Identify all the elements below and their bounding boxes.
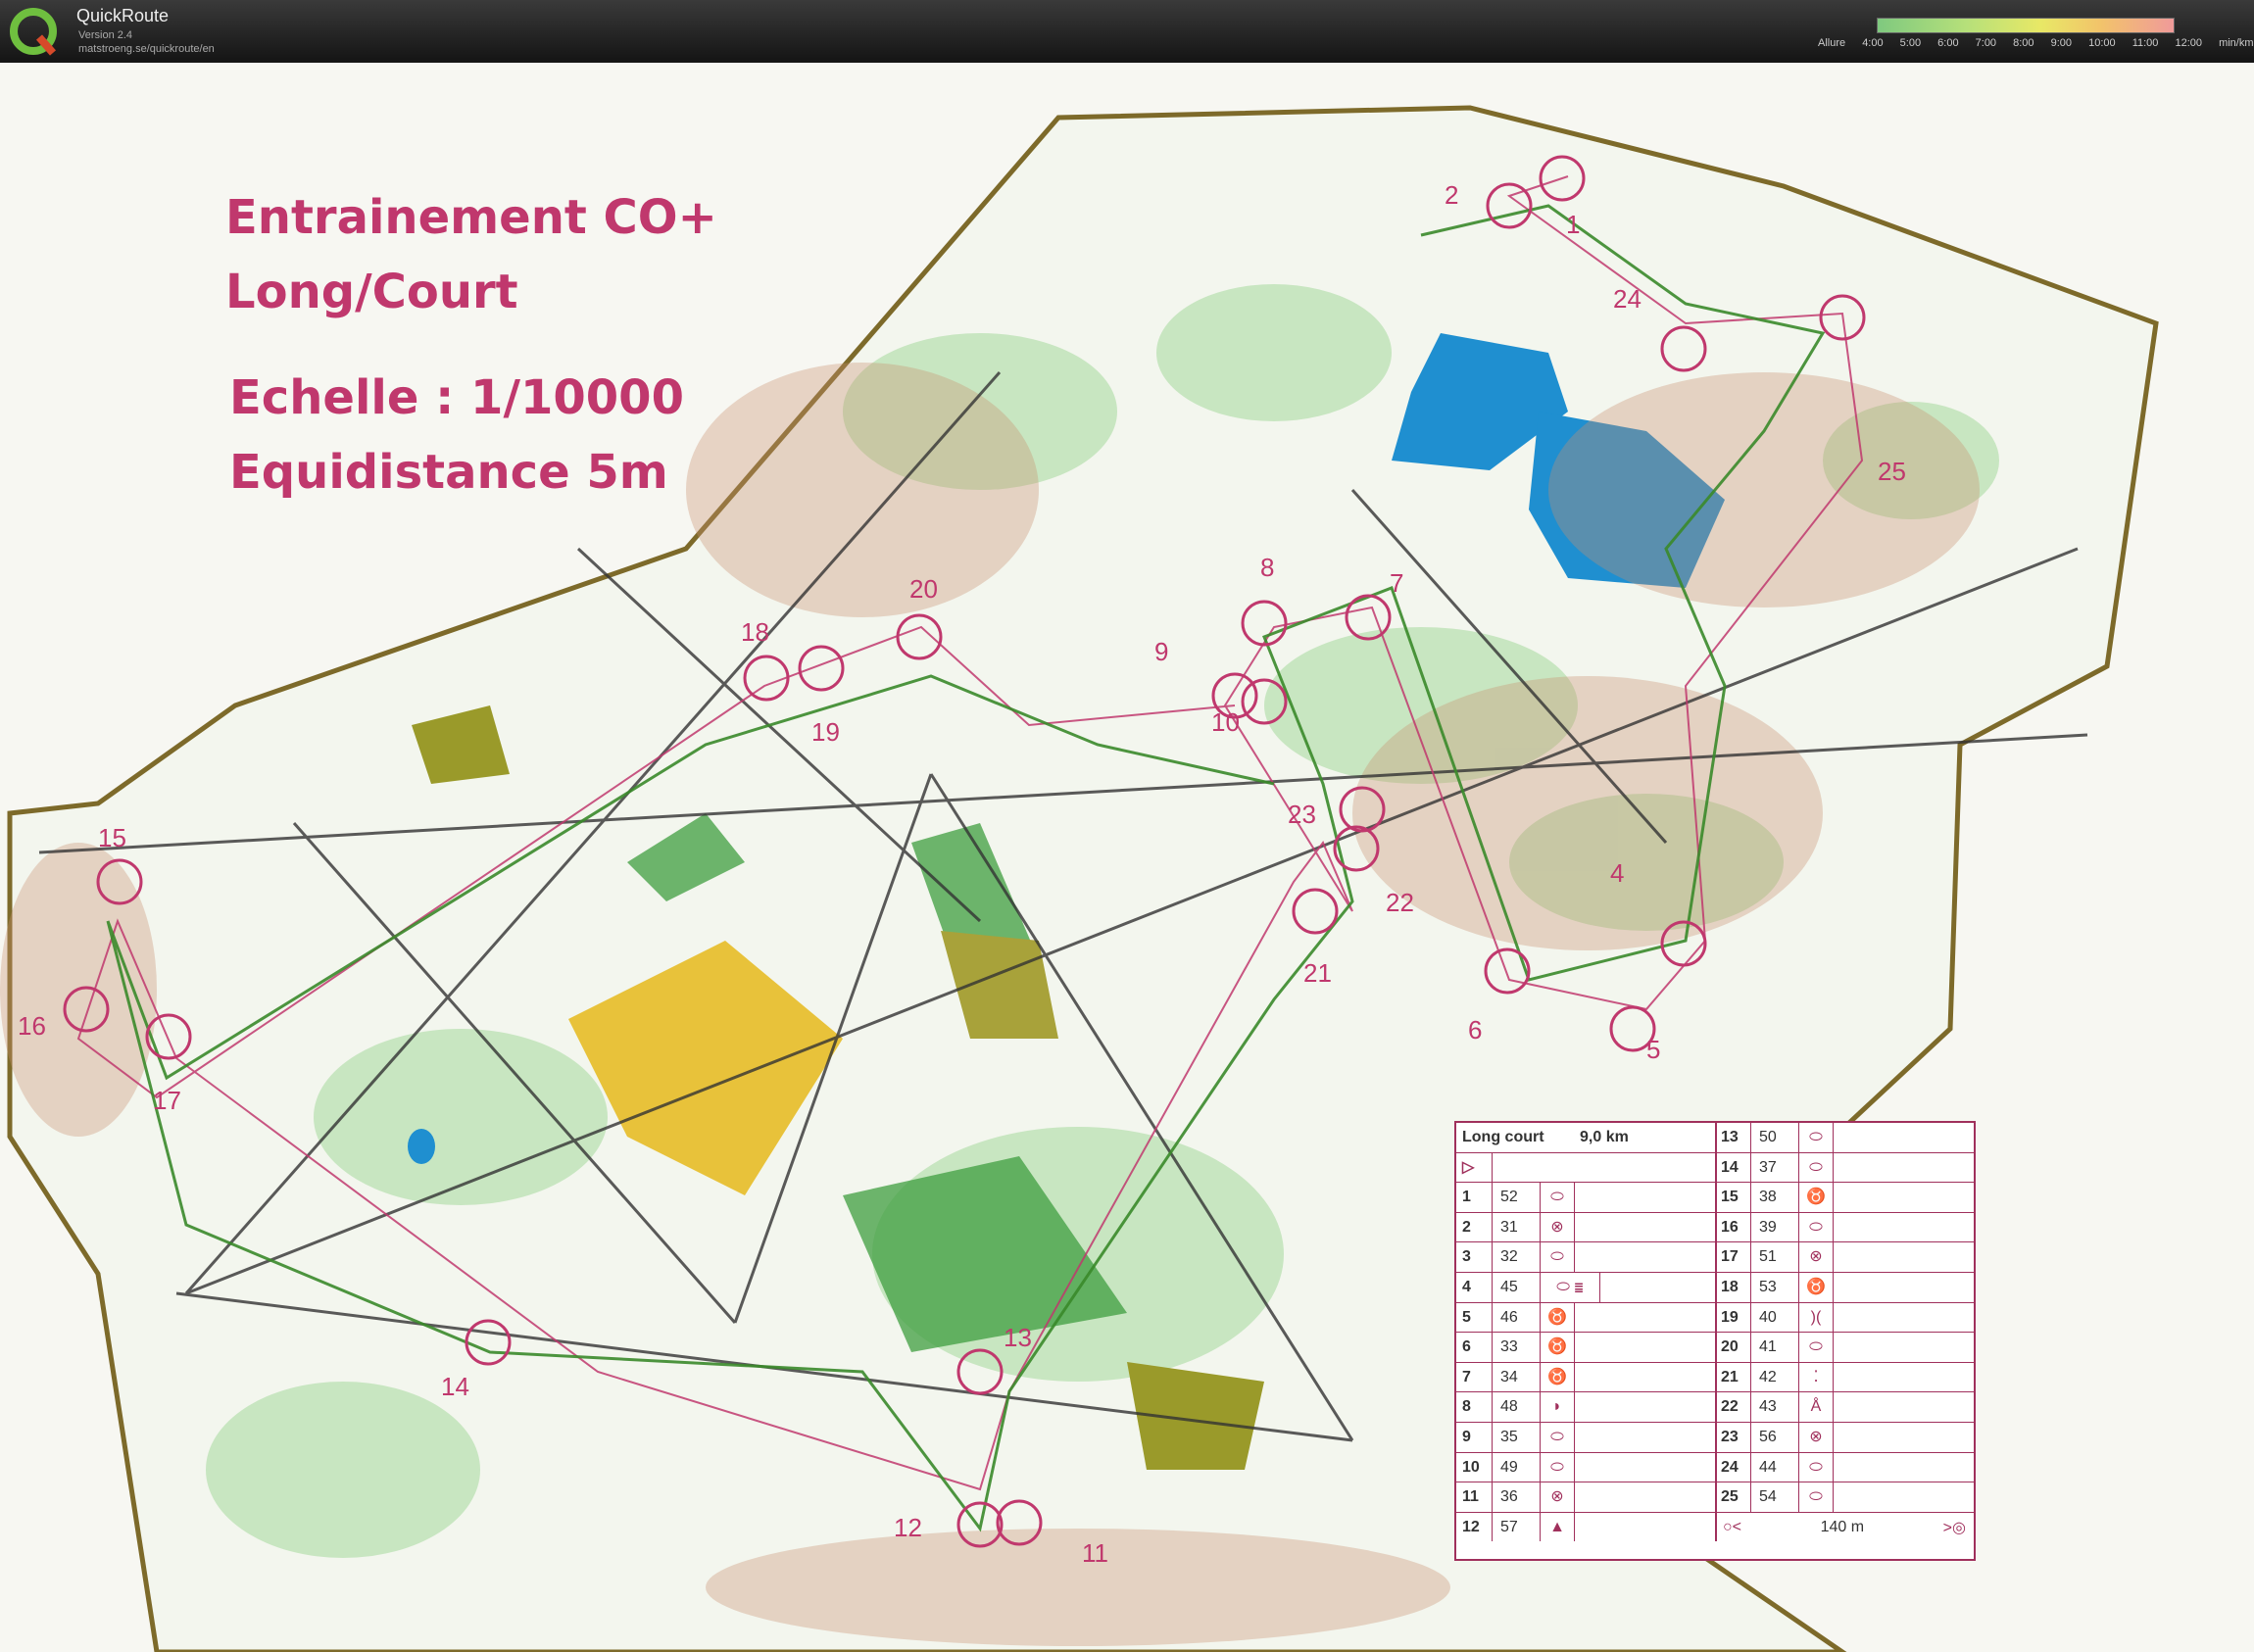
control-row: 5 46 ♉	[1456, 1302, 1715, 1334]
control-row: 18 53 ♉	[1715, 1272, 1974, 1303]
control-row: 19 40)(	[1715, 1302, 1974, 1334]
pace-tick: 4:00	[1862, 37, 1884, 49]
control-row: 8 48 ◗	[1456, 1392, 1715, 1423]
map-contour-interval: Equidistance 5m	[229, 445, 668, 500]
control-row: 16 39 ⬭	[1715, 1212, 1974, 1243]
control-row: 12 57 ▲	[1456, 1512, 1715, 1542]
control-label-6: 6	[1468, 1015, 1483, 1045]
course-name: Long court	[1462, 1128, 1544, 1145]
control-description-table: Long court 9,0 km ▷ 1 52 ⬭ 2 31 ⊗ 3 32 ⬭ 4 45 ⬭ …	[1454, 1121, 1976, 1561]
pace-tick: 10:00	[2088, 37, 2116, 49]
pace-tick: 9:00	[2050, 37, 2073, 49]
control-row: 3 32 ⬭	[1456, 1242, 1715, 1273]
course-distance: 9,0 km	[1580, 1128, 1629, 1145]
control-label-20: 20	[909, 574, 938, 604]
control-label-25: 25	[1878, 457, 1906, 486]
control-label-8: 8	[1260, 553, 1275, 582]
control-table-right-column: 13 50 ⬭ 14 37 ⬭ 15 38 ♉ 16 39 ⬭ 17 51 ⊗ 18 53 ♉ 19 40…	[1715, 1123, 1974, 1541]
control-row: 2 31 ⊗	[1456, 1212, 1715, 1243]
pace-tick: 11:00	[2132, 37, 2159, 49]
pace-tick: 12:00	[2175, 37, 2202, 49]
control-label-4: 4	[1610, 858, 1625, 888]
control-label-9: 9	[1154, 637, 1169, 666]
control-label-11: 11	[1082, 1538, 1108, 1568]
control-row: 6 33 ♉	[1456, 1333, 1715, 1363]
control-row: 15 38 ♉	[1715, 1183, 1974, 1213]
quickroute-logo-icon	[10, 8, 57, 56]
pace-unit: min/km	[2219, 37, 2254, 49]
pace-tick: 8:00	[2013, 37, 2034, 49]
control-label-10: 10	[1211, 707, 1240, 737]
start-row: ▷	[1456, 1152, 1715, 1184]
control-row: 21 42 ⁚	[1715, 1362, 1974, 1393]
pace-tick: 6:00	[1937, 37, 1959, 49]
app-titlebar: QuickRoute Version 2.4 matstroeng.se/qui…	[0, 0, 2254, 63]
control-label-12: 12	[894, 1513, 922, 1542]
pond	[408, 1129, 435, 1164]
app-url[interactable]: matstroeng.se/quickroute/en	[78, 43, 215, 55]
control-row: 1 52 ⬭	[1456, 1183, 1715, 1213]
finish-row: ○< 140 m >◎	[1715, 1513, 1974, 1542]
control-row: 22 43 Å	[1715, 1392, 1974, 1423]
control-table-left-column: Long court 9,0 km ▷ 1 52 ⬭ 2 31 ⊗ 3 32 ⬭ 4 45 ⬭ …	[1456, 1123, 1717, 1542]
control-row: 4 45 ⬭ ≣	[1456, 1272, 1715, 1303]
control-label-24: 24	[1613, 284, 1642, 314]
control-label-1: 1	[1566, 210, 1581, 239]
control-row: 17 51 ⊗	[1715, 1242, 1974, 1273]
control-table-header: Long court 9,0 km	[1456, 1123, 1715, 1153]
control-row: 9 35 ⬭	[1456, 1422, 1715, 1453]
control-row: 20 41 ⬭	[1715, 1333, 1974, 1363]
pace-legend-label: Allure	[1818, 37, 1846, 49]
map-title-line-1: Entrainement CO+	[225, 190, 717, 245]
control-row: 14 37 ⬭	[1715, 1152, 1974, 1184]
map-scale: Echelle : 1/10000	[229, 370, 684, 425]
control-label-23: 23	[1288, 800, 1316, 829]
control-label-14: 14	[441, 1372, 469, 1401]
control-row: 11 36 ⊗	[1456, 1482, 1715, 1513]
start-triangle-icon: ▷	[1456, 1152, 1493, 1183]
control-label-2: 2	[1445, 180, 1459, 210]
control-label-7: 7	[1390, 568, 1404, 598]
app-title: QuickRoute	[76, 6, 170, 25]
finish-start-icon: ○<	[1723, 1518, 1742, 1535]
control-row: 10 49 ⬭	[1456, 1452, 1715, 1483]
pace-tick: 5:00	[1899, 37, 1922, 49]
control-row: 25 54 ⬭	[1715, 1482, 1974, 1513]
pace-legend-labels: Allure 4:00 5:00 6:00 7:00 8:00 9:00 10:…	[1818, 37, 2254, 49]
control-label-17: 17	[153, 1086, 181, 1115]
pace-tick: 7:00	[1975, 37, 1997, 49]
app-version: Version 2.4	[78, 29, 133, 41]
control-label-16: 16	[18, 1011, 46, 1041]
control-label-5: 5	[1646, 1035, 1661, 1064]
control-label-15: 15	[98, 823, 126, 852]
control-label-18: 18	[741, 617, 769, 647]
pace-legend-bar	[1877, 18, 2175, 33]
control-row: 23 56 ⊗	[1715, 1422, 1974, 1453]
map-title-line-2: Long/Court	[225, 265, 518, 319]
orienteering-map[interactable]: Entrainement CO+ Long/Court Echelle : 1/…	[0, 63, 2254, 1652]
control-label-19: 19	[811, 717, 840, 747]
control-label-13: 13	[1004, 1323, 1032, 1352]
control-row: 13 50 ⬭	[1715, 1123, 1974, 1153]
finish-distance: 140 m	[1820, 1518, 1865, 1535]
control-label-21: 21	[1303, 958, 1332, 988]
finish-icon: >◎	[1942, 1519, 1966, 1536]
control-label-22: 22	[1386, 888, 1414, 917]
control-row: 24 44 ⬭	[1715, 1452, 1974, 1483]
control-row: 7 34 ♉	[1456, 1362, 1715, 1393]
